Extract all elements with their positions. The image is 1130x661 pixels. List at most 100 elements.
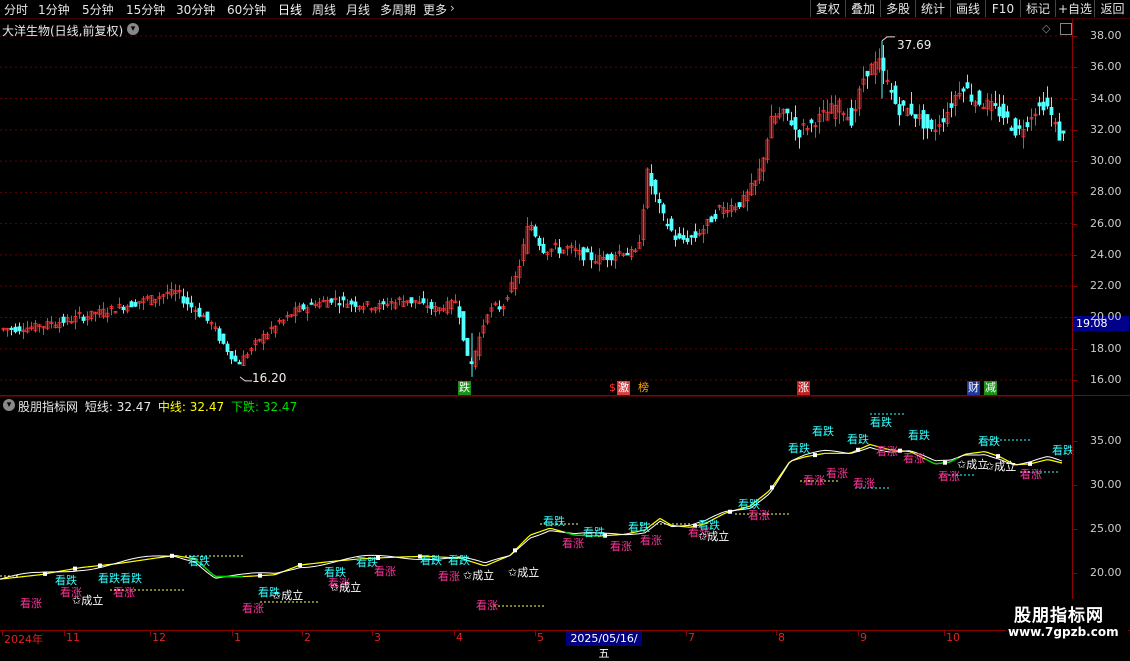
button-f10[interactable]: F10 [985,0,1020,17]
price-tick [1072,348,1077,350]
event-tag-dollar[interactable]: $ [608,381,617,395]
price-tick-label: 16.00 [1090,373,1122,386]
signal-formed: ✩成立 [508,566,540,579]
chevron-right-icon[interactable]: › [450,1,455,15]
date-label: 9 [860,631,867,644]
panel-toggle-icon[interactable] [1060,23,1072,35]
price-tick [1072,286,1077,288]
candlestick-svg [0,35,1072,382]
candle-body [133,302,138,307]
candle-body [17,326,22,332]
signal-formed: ✩成立 [957,458,989,471]
candle-body [181,296,186,304]
diamond-icon[interactable]: ◇ [1042,22,1050,35]
signal-look-down: 看跌 [583,526,605,539]
candle-body [497,306,502,310]
candle-body [233,355,238,362]
candle-body [649,173,654,187]
indicator-tick [1072,573,1077,574]
button-diejia[interactable]: 叠加 [845,0,880,17]
high-marker [881,36,895,42]
event-tag-die[interactable]: 跌 [458,381,471,395]
signal-look-down: 看跌 [1052,444,1074,457]
candle-body [969,94,974,102]
watermark-title: 股朋指标网 [1014,606,1104,626]
event-tag-zhang[interactable]: 涨 [797,381,810,395]
period-fenshi[interactable]: 分时 [4,1,28,18]
signal-look-down: 看跌 [543,515,565,528]
period-multi[interactable]: 多周期 [380,1,416,18]
price-axis [1072,19,1130,395]
indicator-tick [1072,485,1077,486]
candle-body [665,223,670,227]
signal-look-down: 看跌 [870,416,892,429]
event-tag-ji[interactable]: 激 [617,381,630,395]
date-tick [776,630,777,636]
candle-body [533,226,538,237]
candle-body [1041,101,1046,111]
price-tick [1072,254,1077,256]
price-tick-label: 28.00 [1090,185,1122,199]
signal-look-up: 看涨 [113,586,135,599]
candle-body [1057,121,1062,141]
period-15min[interactable]: 15分钟 [126,1,165,18]
chevron-down-icon[interactable]: ▾ [127,23,139,35]
signal-layer: 看跌 看跌 看跌 看跌 看跌 看跌 看跌 看跌 看跌 看跌 看跌 看跌 看跌 看跌 看跌 看跌 看跌 看跌 看跌 看跌… [0,396,1074,630]
signal-look-down: 看跌 [448,554,470,567]
period-more[interactable]: 更多 [423,1,447,18]
button-tongji[interactable]: 统计 [915,0,950,17]
candle-body [221,333,226,344]
candle-body [197,307,202,317]
indicator-axis [1072,396,1130,630]
candle-body [797,130,802,138]
signal-look-down: 看跌 [847,433,869,446]
indicator-chart[interactable]: ▾ 股朋指标网 短线: 32.47 中线: 32.47 下跌: 32.47 看跌… [0,396,1074,630]
candle-body [185,297,190,305]
period-1min[interactable]: 1分钟 [38,1,70,18]
button-biaoji[interactable]: 标记 [1020,0,1055,17]
period-5min[interactable]: 5分钟 [82,1,114,18]
chart-title: 大洋生物(日线,前复权) [2,24,124,38]
period-30min[interactable]: 30分钟 [176,1,215,18]
candle-body [337,303,342,306]
indicator-tick-label: 35.00 [1090,434,1122,447]
candle-body [217,328,222,341]
signal-look-up: 看涨 [562,537,584,550]
candlestick-chart[interactable]: 大洋生物(日线,前复权) ▾ ◇ 37.69 16.20 [0,19,1072,395]
indicator-tick-label: 30.00 [1090,478,1122,491]
price-tick [1072,380,1077,381]
signal-look-up: 看涨 [20,597,42,610]
button-fanhui[interactable]: 返回 [1094,0,1130,17]
button-zixuan[interactable]: +自选 [1055,0,1094,17]
period-month[interactable]: 月线 [346,1,370,18]
button-duogu[interactable]: 多股 [880,0,915,17]
candle-body [657,199,662,204]
button-fuquan[interactable]: 复权 [810,0,845,17]
period-day[interactable]: 日线 [278,1,302,18]
candle-body [685,238,690,242]
candle-body [625,252,630,256]
date-tick [535,630,536,636]
signal-formed: ✩成立 [463,569,495,582]
candle-body [1005,111,1010,118]
period-week[interactable]: 周线 [312,1,336,18]
watermark-url: www.7gpzb.com [1008,625,1119,639]
candle-body [585,248,590,253]
event-tag-jian[interactable]: 减 [984,381,997,395]
period-60min[interactable]: 60分钟 [227,1,266,18]
candle-body [809,119,814,124]
candle-body [1001,103,1006,119]
date-label: 11 [66,631,80,644]
candle-body [329,298,334,303]
event-tag-cai[interactable]: 财 [967,381,980,395]
button-huaxian[interactable]: 画线 [950,0,985,17]
signal-look-up: 看涨 [610,540,632,553]
signal-formed: ✩成立 [985,460,1017,473]
current-date-label: 2025/05/16/五 [566,631,642,660]
price-tick [1072,98,1077,100]
candle-body [381,301,386,305]
candle-body [237,361,242,365]
price-tick-label: 22.00 [1090,279,1122,293]
candle-body [793,117,798,130]
event-tag-bang[interactable]: 榜 [637,381,650,395]
